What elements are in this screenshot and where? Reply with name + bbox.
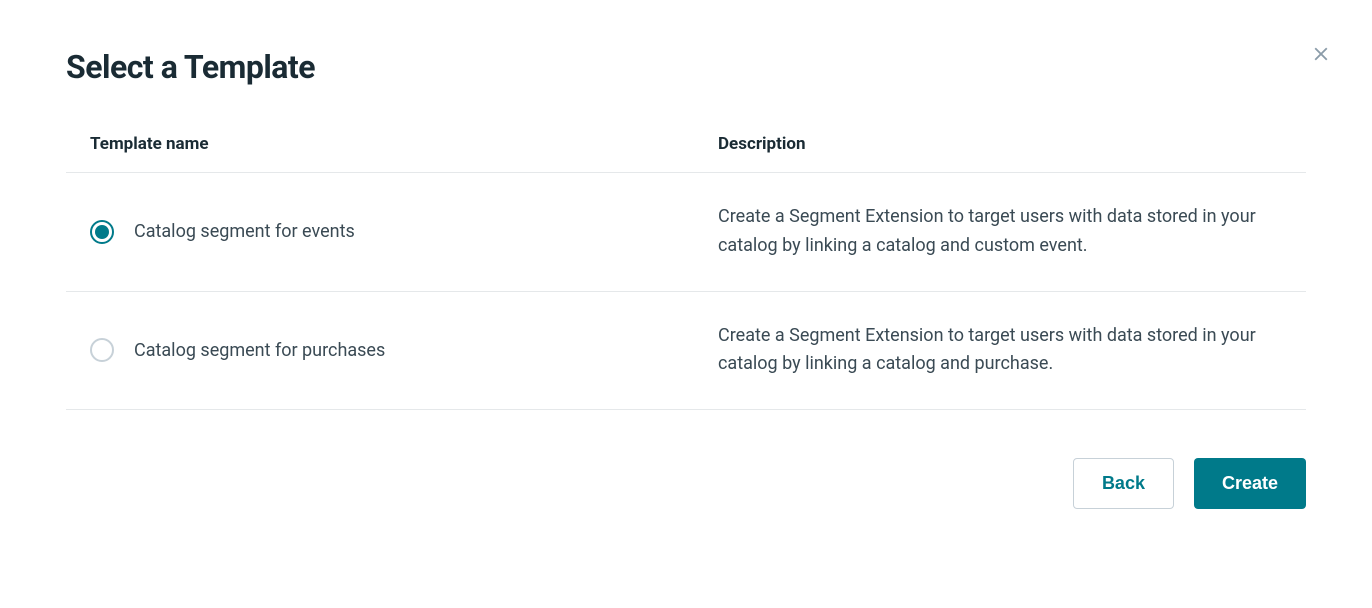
table-header: Template name Description: [66, 134, 1306, 173]
row-name-cell: Catalog segment for purchases: [90, 338, 718, 362]
radio-purchases[interactable]: [90, 338, 114, 362]
row-label: Catalog segment for events: [134, 221, 355, 242]
row-label: Catalog segment for purchases: [134, 340, 385, 361]
close-button[interactable]: [1310, 42, 1332, 70]
radio-events[interactable]: [90, 220, 114, 244]
column-header-description: Description: [718, 134, 1282, 154]
row-description: Create a Segment Extension to target use…: [718, 203, 1282, 261]
create-button[interactable]: Create: [1194, 458, 1306, 509]
template-row-purchases[interactable]: Catalog segment for purchases Create a S…: [66, 292, 1306, 411]
close-icon: [1310, 39, 1332, 72]
template-table: Template name Description Catalog segmen…: [66, 134, 1306, 410]
modal-footer: Back Create: [66, 458, 1306, 509]
template-row-events[interactable]: Catalog segment for events Create a Segm…: [66, 173, 1306, 292]
select-template-modal: Select a Template Template name Descript…: [0, 0, 1372, 557]
column-header-name: Template name: [90, 134, 718, 154]
back-button[interactable]: Back: [1073, 458, 1174, 509]
row-description: Create a Segment Extension to target use…: [718, 322, 1282, 380]
modal-title: Select a Template: [66, 48, 1306, 86]
row-name-cell: Catalog segment for events: [90, 220, 718, 244]
